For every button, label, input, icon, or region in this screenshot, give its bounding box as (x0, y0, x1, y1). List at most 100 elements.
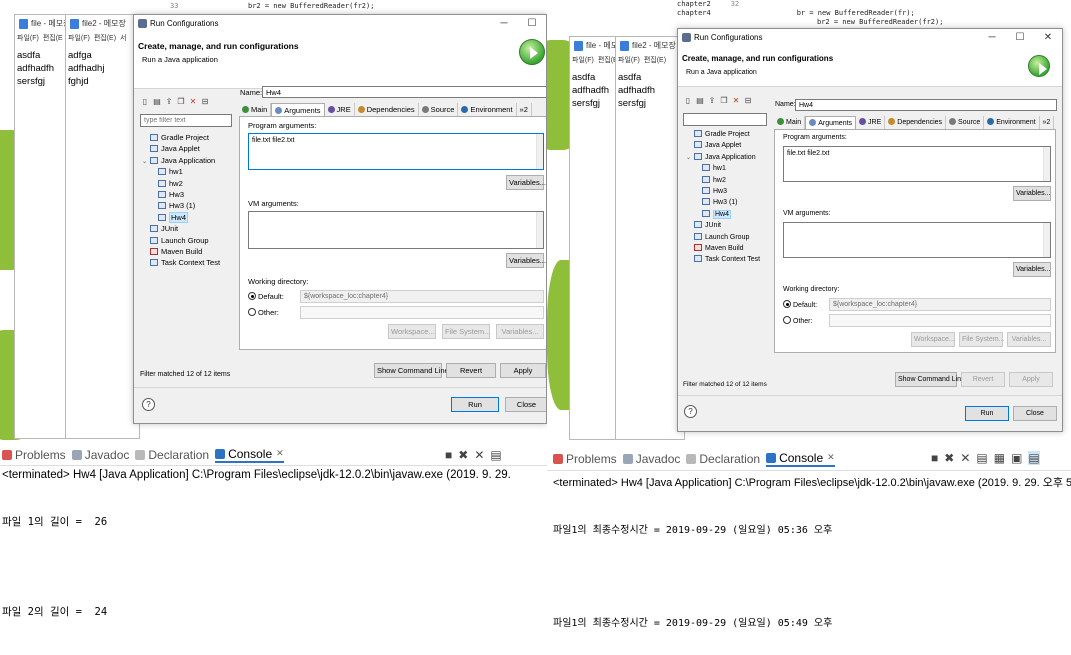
new-config-icon[interactable]: ▯ (683, 96, 693, 106)
file-system-button[interactable]: File System... (442, 324, 490, 339)
notepad-titlebar[interactable]: file - 메모장 (570, 37, 620, 55)
close-button[interactable]: Close (505, 397, 546, 412)
show-command-line-button[interactable]: Show Command Line (895, 372, 965, 387)
remove-launch-icon[interactable]: ✖ (944, 451, 954, 465)
tree-item-gradle[interactable]: Gradle Project (686, 129, 774, 140)
vm-args-textarea[interactable] (783, 222, 1051, 258)
help-icon[interactable]: ? (142, 398, 155, 411)
export-icon[interactable]: ⇪ (164, 97, 174, 107)
tab-problems[interactable]: Problems (2, 448, 66, 462)
menu-edit[interactable]: 편집(E) (94, 35, 116, 42)
vm-args-variables-button[interactable]: Variables... (506, 253, 546, 268)
duplicate-icon[interactable]: ❐ (719, 96, 729, 106)
console-output[interactable]: 파일1의 최종수정시간 = 2019-09-29 (일요일) 05:36 오후 … (553, 492, 832, 655)
notepad-window-file2[interactable]: file2 - 메모장 파일(F) 편집(E) asdfa adfhadfh sers… (615, 36, 685, 440)
vm-args-textarea[interactable] (248, 211, 544, 249)
remove-launch-icon[interactable]: ✖ (458, 448, 468, 462)
tree-item-junit[interactable]: JUnit (142, 223, 236, 234)
program-args-textarea[interactable]: file.txt file2.txt (248, 133, 544, 170)
tab-main[interactable]: Main (774, 116, 806, 129)
maximize-button[interactable]: ☐ (518, 15, 546, 33)
menu-format[interactable]: 서 (120, 35, 126, 42)
tab-dependencies[interactable]: Dependencies (885, 116, 947, 129)
program-args-variables-button[interactable]: Variables... (1013, 186, 1051, 201)
tab-source[interactable]: Source (419, 103, 459, 116)
radio-button[interactable] (248, 308, 256, 316)
pin-console-icon[interactable]: ▣ (1011, 451, 1022, 465)
tab-environment[interactable]: Environment (984, 116, 1040, 129)
delete-icon[interactable]: ✕ (188, 97, 198, 107)
program-args-textarea[interactable]: file.txt file2.txt (783, 146, 1051, 182)
delete-icon[interactable]: ✕ (731, 96, 741, 106)
tab-source[interactable]: Source (946, 116, 985, 129)
filter-input[interactable] (683, 113, 767, 126)
collapse-all-icon[interactable]: ⊟ (743, 96, 753, 106)
apply-button[interactable]: Apply (500, 363, 546, 378)
tab-environment[interactable]: Environment (458, 103, 517, 116)
program-args-variables-button[interactable]: Variables... (506, 175, 546, 190)
minimize-button[interactable]: ─ (978, 29, 1006, 47)
apply-button[interactable]: Apply (1009, 372, 1053, 387)
dialog-titlebar[interactable]: Run Configurations ─ ☐ ✕ (678, 29, 1062, 47)
other-radio[interactable]: Other: (248, 308, 279, 317)
variables-button[interactable]: Variables... (1007, 332, 1051, 347)
remove-all-icon[interactable]: ✕ (960, 451, 970, 465)
tree-item-task-context[interactable]: Task Context Test (142, 257, 236, 268)
tab-dependencies[interactable]: Dependencies (355, 103, 419, 116)
tree-item-junit[interactable]: JUnit (686, 220, 774, 231)
help-icon[interactable]: ? (684, 405, 697, 418)
show-console-icon[interactable]: ▦ (994, 451, 1005, 465)
menu-edit[interactable]: 편집(E (43, 35, 63, 42)
other-radio[interactable]: Other: (783, 316, 812, 325)
menu-edit[interactable]: 편집(E) (644, 57, 666, 64)
notepad-text[interactable]: adfga adfhadhj fghjd (66, 47, 139, 90)
filter-input[interactable] (140, 114, 232, 127)
dialog-titlebar[interactable]: Run Configurations ─ ☐ (134, 15, 546, 33)
tree-item-task-context[interactable]: Task Context Test (686, 254, 774, 265)
tree-item-launch-group[interactable]: Launch Group (686, 232, 774, 243)
run-button[interactable]: Run (451, 397, 499, 412)
tree-item-hw3-1[interactable]: Hw3 (1) (142, 200, 236, 211)
file-system-button[interactable]: File System... (959, 332, 1004, 347)
open-console-icon[interactable]: ▤ (1028, 451, 1040, 465)
maximize-button[interactable]: ☐ (1006, 29, 1034, 47)
close-icon[interactable]: ✕ (276, 448, 284, 459)
tab-arguments[interactable]: Arguments (271, 103, 325, 116)
tab-javadoc[interactable]: Javadoc (71, 448, 129, 462)
duplicate-icon[interactable]: ❐ (176, 97, 186, 107)
tab-problems[interactable]: Problems (553, 452, 617, 466)
revert-button[interactable]: Revert (961, 372, 1005, 387)
radio-button[interactable] (783, 316, 791, 324)
export-icon[interactable]: ⇪ (707, 96, 717, 106)
notepad-text[interactable]: asdfa adfhadfh sersfgj (616, 69, 684, 112)
tab-console[interactable]: Console ✕ (215, 447, 284, 463)
tree-item-maven-build[interactable]: Maven Build (142, 246, 236, 257)
tab-console[interactable]: Console ✕ (766, 451, 835, 467)
scrollbar[interactable] (1043, 147, 1050, 181)
terminate-icon[interactable]: ■ (931, 451, 938, 465)
new-config-icon[interactable]: ▯ (140, 97, 150, 107)
tree-item-hw1[interactable]: hw1 (142, 166, 236, 177)
new-prototype-icon[interactable]: ▤ (695, 96, 705, 106)
name-input[interactable] (262, 86, 546, 98)
tree-item-hw3[interactable]: Hw3 (142, 189, 236, 200)
tree-item-java-applet[interactable]: Java Applet (142, 143, 236, 154)
tree-item-gradle[interactable]: Gradle Project (142, 132, 236, 143)
tree-item-java-application[interactable]: ⌄ Java Application (686, 152, 774, 163)
minimize-button[interactable]: ─ (490, 15, 518, 33)
menu-file[interactable]: 파일(F) (68, 35, 90, 42)
tree-item-maven-build[interactable]: Maven Build (686, 243, 774, 254)
notepad-text[interactable]: asdfa adfhadfh sersfgj (570, 69, 620, 112)
radio-button[interactable] (783, 300, 791, 308)
tree-item-hw3[interactable]: Hw3 (686, 186, 774, 197)
menu-file[interactable]: 파일(F) (17, 35, 39, 42)
tab-declaration[interactable]: Declaration (135, 448, 209, 462)
close-button[interactable]: Close (1013, 406, 1057, 421)
tree-item-hw3-1[interactable]: Hw3 (1) (686, 197, 774, 208)
show-command-line-button[interactable]: Show Command Line (374, 363, 449, 378)
default-radio[interactable]: Default: (248, 292, 284, 301)
scrollbar[interactable] (536, 212, 543, 248)
revert-button[interactable]: Revert (446, 363, 496, 378)
tab-main[interactable]: Main (239, 103, 272, 116)
tab-javadoc[interactable]: Javadoc (622, 452, 680, 466)
